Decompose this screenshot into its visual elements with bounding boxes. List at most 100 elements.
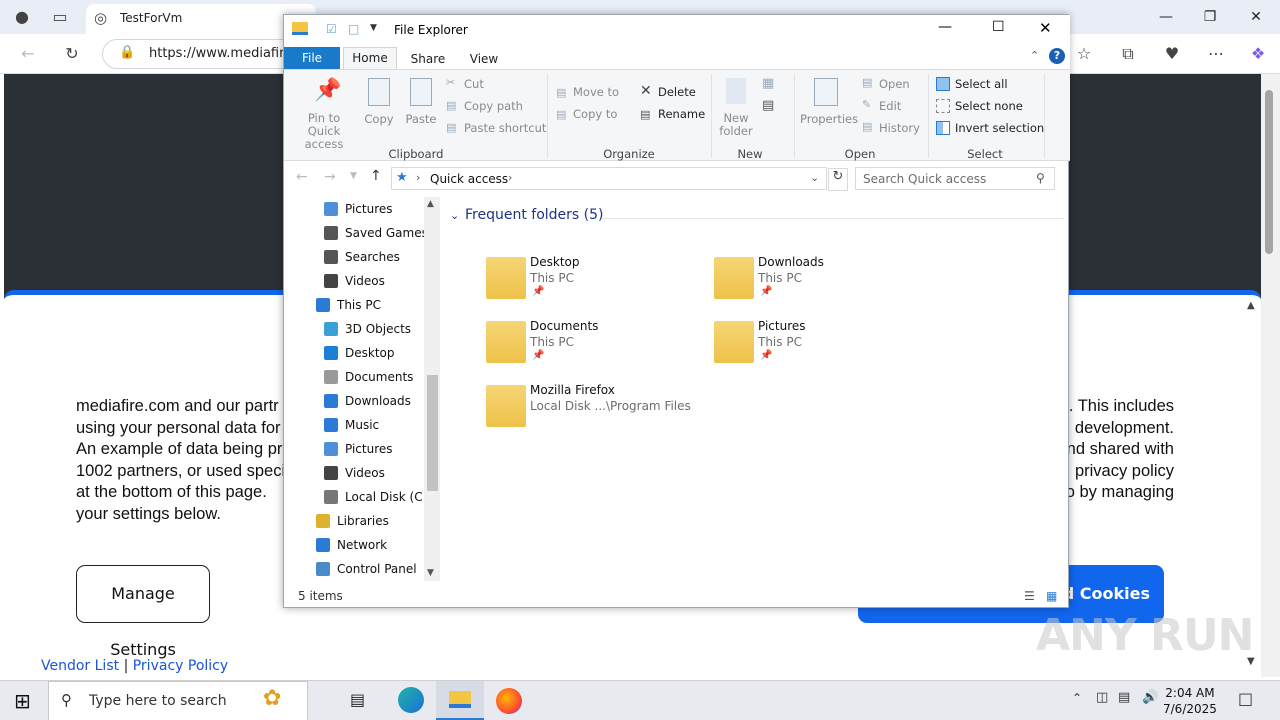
privacy-policy-link[interactable]: Privacy Policy — [133, 658, 228, 674]
nav-item[interactable]: Music — [284, 413, 424, 437]
edit-button[interactable]: Edit — [879, 99, 901, 113]
file-explorer-taskbar-button[interactable] — [436, 681, 484, 720]
refresh-icon[interactable]: ↻ — [58, 40, 86, 68]
copy-to-button[interactable]: Copy to — [573, 107, 617, 121]
nav-item[interactable]: Videos — [284, 269, 424, 293]
folder-tile[interactable]: Downloads This PC 📌 — [714, 255, 924, 313]
browser-close-button[interactable]: ✕ — [1234, 0, 1278, 34]
more-menu-icon[interactable]: ⋯ — [1202, 40, 1230, 68]
vendor-list-link[interactable]: Vendor List — [41, 658, 119, 674]
pin-to-quick-access-button[interactable]: Pin to Quick access — [292, 112, 356, 151]
nav-item[interactable]: Local Disk (C:) — [284, 485, 431, 509]
properties-quick-icon[interactable]: ☑ — [326, 22, 337, 36]
refresh-icon[interactable]: ↻ — [828, 168, 848, 191]
nav-item[interactable]: Videos — [284, 461, 424, 485]
collections-icon[interactable]: ⧉ — [1114, 40, 1142, 68]
collapse-chevron-icon[interactable]: ⌄ — [450, 209, 459, 222]
help-icon[interactable]: ? — [1049, 48, 1065, 64]
explorer-search-input[interactable]: Search Quick access ⚲ — [855, 167, 1055, 190]
rename-button[interactable]: Rename — [658, 107, 705, 121]
frequent-folders-header[interactable]: Frequent folders (5) — [465, 207, 604, 223]
nav-item[interactable]: Pictures — [284, 437, 424, 461]
properties-button[interactable]: Properties — [800, 112, 858, 126]
manage-settings-button[interactable]: Manage Settings — [76, 565, 210, 659]
nav-item[interactable]: This PC — [284, 293, 424, 317]
taskbar-clock[interactable]: 2:04 AM 7/6/2025 — [1163, 685, 1217, 717]
nav-item[interactable]: Libraries — [284, 509, 424, 533]
folder-tile[interactable]: Mozilla Firefox Local Disk ...\Program Fi… — [486, 383, 696, 441]
open-button[interactable]: Open — [879, 77, 910, 91]
nav-item[interactable]: Documents — [284, 365, 424, 389]
path-segment[interactable]: Quick access — [430, 172, 508, 186]
profile-icon[interactable]: ● — [8, 3, 36, 31]
network-icon[interactable]: ▤ — [1118, 690, 1130, 705]
invert-selection-button[interactable]: Invert selection — [955, 121, 1044, 135]
nav-item[interactable]: Pictures — [284, 197, 424, 221]
music-icon — [324, 418, 338, 432]
page-scrollbar-thumb[interactable] — [1265, 90, 1273, 254]
notifications-icon[interactable]: □ — [1238, 689, 1253, 708]
nav-item[interactable]: Searches — [284, 245, 424, 269]
nav-item[interactable]: Network — [284, 533, 424, 557]
browser-restore-button[interactable]: ❐ — [1188, 0, 1232, 34]
explorer-title-bar[interactable]: ☑ □ ▼ File Explorer — ☐ ✕ — [284, 15, 1070, 45]
explorer-minimize-button[interactable]: — — [938, 19, 952, 35]
new-folder-button[interactable]: New folder — [714, 112, 758, 138]
cut-button[interactable]: Cut — [464, 77, 484, 91]
large-icons-view-icon[interactable]: ▦ — [1046, 589, 1057, 603]
copy-button[interactable]: Copy — [362, 112, 396, 126]
nav-item[interactable]: Control Panel — [284, 557, 424, 581]
folder-tile[interactable]: Desktop This PC 📌 — [486, 255, 696, 313]
copy-path-button[interactable]: Copy path — [464, 99, 523, 113]
select-none-button[interactable]: Select none — [955, 99, 1023, 113]
select-all-button[interactable]: Select all — [955, 77, 1008, 91]
nav-scroll-down-icon[interactable]: ▼ — [427, 568, 434, 578]
ribbon-collapse-icon[interactable]: ⌃ — [1030, 49, 1039, 62]
explorer-close-button[interactable]: ✕ — [1039, 19, 1052, 37]
nav-pane-scrollbar-thumb[interactable] — [427, 375, 438, 491]
tab-home[interactable]: Home — [343, 47, 397, 69]
scroll-up-icon[interactable]: ▲ — [1247, 300, 1255, 311]
delete-button[interactable]: Delete — [658, 85, 696, 99]
show-hidden-icons-icon[interactable]: ⌃ — [1072, 691, 1082, 705]
paste-button[interactable]: Paste — [402, 112, 440, 126]
up-arrow-icon[interactable]: ↑ — [370, 168, 382, 184]
firefox-icon[interactable] — [496, 688, 522, 714]
tab-share[interactable]: Share — [406, 49, 450, 69]
path-chevron-icon[interactable]: › — [508, 171, 512, 184]
volume-icon[interactable]: 🔊 — [1142, 690, 1158, 705]
nav-item[interactable]: Downloads — [284, 389, 424, 413]
back-arrow-icon[interactable]: ← — [296, 169, 308, 185]
folder-tile[interactable]: Pictures This PC 📌 — [714, 319, 924, 377]
move-to-button[interactable]: Move to — [573, 85, 619, 99]
path-dropdown-icon[interactable]: ⌄ — [810, 171, 819, 184]
browser-essentials-icon[interactable]: ♥ — [1158, 40, 1186, 68]
tab-actions-icon[interactable]: ▭ — [46, 3, 74, 31]
favorite-icon[interactable]: ☆ — [1070, 40, 1098, 68]
tab-view[interactable]: View — [462, 49, 506, 69]
paste-shortcut-button[interactable]: Paste shortcut — [464, 121, 546, 135]
quick-access-toolbar-dropdown-icon[interactable]: ▼ — [370, 23, 377, 33]
browser-minimize-button[interactable]: — — [1144, 0, 1188, 34]
history-button[interactable]: History — [879, 121, 920, 135]
windows-start-icon[interactable]: ⊞ — [14, 689, 31, 713]
taskbar-search-input[interactable]: ⚲ Type here to search ✿ — [48, 681, 308, 720]
nav-item[interactable]: Saved Games — [284, 221, 428, 245]
forward-arrow-icon[interactable]: → — [324, 169, 336, 185]
edge-icon[interactable] — [398, 687, 424, 713]
nav-item[interactable]: 3D Objects — [284, 317, 424, 341]
recent-locations-icon[interactable]: ▼ — [350, 171, 357, 181]
device-icon[interactable]: ◫ — [1096, 690, 1108, 705]
copilot-icon[interactable]: ❖ — [1244, 40, 1272, 68]
nav-scroll-up-icon[interactable]: ▲ — [427, 199, 434, 209]
tab-file[interactable]: File — [284, 47, 340, 69]
nav-item[interactable]: Desktop — [284, 341, 424, 365]
folder-tile[interactable]: Documents This PC 📌 — [486, 319, 696, 377]
new-folder-quick-icon[interactable]: □ — [348, 22, 359, 36]
details-view-icon[interactable]: ☰ — [1024, 589, 1035, 603]
browser-tab[interactable]: ◎ TestForVm — [86, 4, 316, 34]
explorer-maximize-button[interactable]: ☐ — [992, 19, 1005, 35]
back-icon[interactable]: ← — [14, 40, 42, 68]
task-view-icon[interactable]: ▤ — [350, 690, 365, 709]
address-path-box[interactable]: ★ › Quick access › ⌄ — [391, 167, 827, 190]
